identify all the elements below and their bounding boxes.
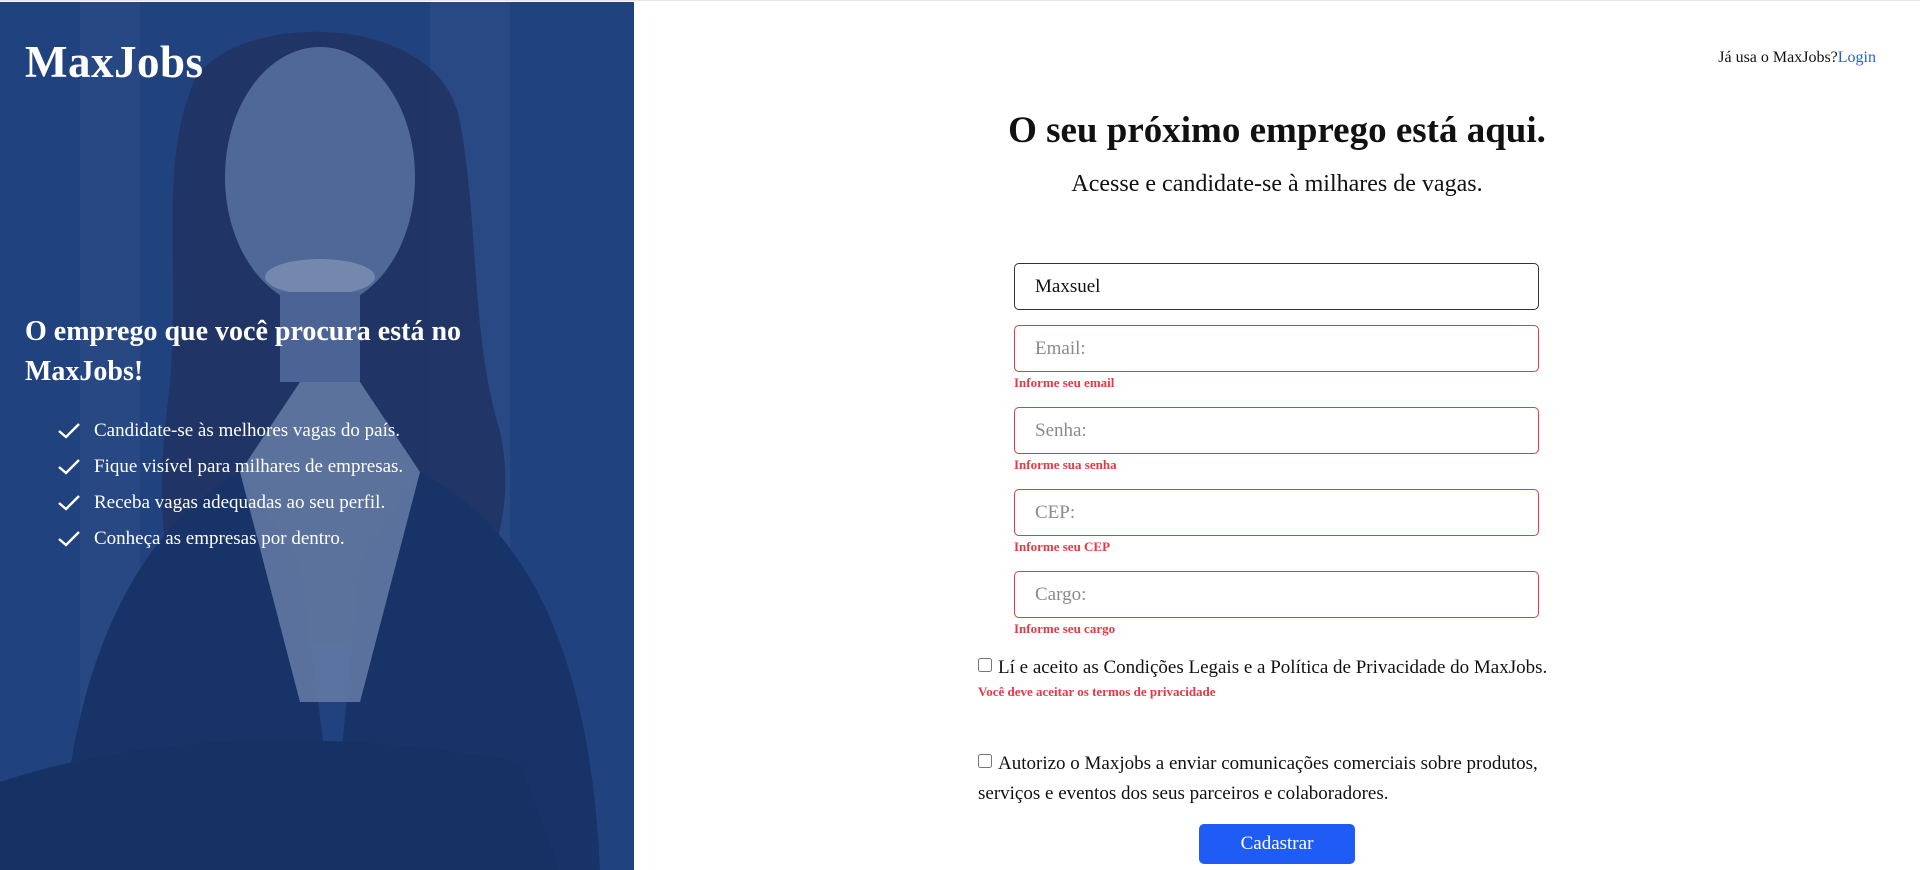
check-icon (58, 423, 80, 439)
email-field-group: Informe seu email (1014, 325, 1539, 391)
benefit-item: Conheça as empresas por dentro. (58, 521, 403, 557)
check-icon (58, 531, 80, 547)
password-error: Informe sua senha (1014, 457, 1117, 472)
name-field-group (1014, 263, 1539, 310)
terms-checkbox-row: Lí e aceito as Condições Legais e a Polí… (978, 653, 1598, 701)
email-input[interactable] (1014, 325, 1539, 372)
check-icon (58, 459, 80, 475)
benefit-item: Candidate-se às melhores vagas do país. (58, 413, 403, 449)
benefit-text: Candidate-se às melhores vagas do país. (94, 420, 401, 441)
password-field-group: Informe sua senha (1014, 407, 1539, 473)
submit-button[interactable]: Cadastrar (1199, 824, 1355, 864)
hero-panel: MaxJobs O emprego que você procura está … (0, 2, 634, 870)
benefit-text: Receba vagas adequadas ao seu perfil. (94, 492, 386, 513)
password-input[interactable] (1014, 407, 1539, 454)
cep-field-group: Informe seu CEP (1014, 489, 1539, 555)
cep-input[interactable] (1014, 489, 1539, 536)
benefits-list: Candidate-se às melhores vagas do país. … (58, 413, 403, 557)
page-subtitle: Acesse e candidate-se à milhares de vaga… (1071, 171, 1483, 197)
login-link[interactable]: Login (1838, 49, 1876, 66)
marketing-label: Autorizo o Maxjobs a enviar comunicações… (978, 753, 1538, 804)
benefit-text: Conheça as empresas por dentro. (94, 528, 345, 549)
terms-checkbox[interactable] (978, 658, 992, 672)
benefit-text: Fique visível para milhares de empresas. (94, 456, 404, 477)
hero-headline: O emprego que você procura está no MaxJo… (25, 316, 462, 387)
role-error: Informe seu cargo (1014, 621, 1116, 636)
terms-error: Você deve aceitar os termos de privacida… (978, 684, 1216, 699)
benefit-item: Fique visível para milhares de empresas. (58, 449, 403, 485)
hero-content: MaxJobs O emprego que você procura está … (0, 2, 634, 870)
brand-logo[interactable]: MaxJobs (25, 36, 204, 88)
marketing-checkbox[interactable] (978, 754, 992, 768)
benefit-item: Receba vagas adequadas ao seu perfil. (58, 485, 403, 521)
check-icon (58, 495, 80, 511)
name-input[interactable] (1014, 263, 1539, 310)
page-title: O seu próximo emprego está aqui. (1008, 110, 1546, 151)
terms-label: Lí e aceito as Condições Legais e a Polí… (998, 657, 1548, 678)
role-input[interactable] (1014, 571, 1539, 618)
role-field-group: Informe seu cargo (1014, 571, 1539, 637)
cep-error: Informe seu CEP (1014, 539, 1111, 554)
email-error: Informe seu email (1014, 375, 1115, 390)
marketing-checkbox-row: Autorizo o Maxjobs a enviar comunicações… (978, 749, 1598, 809)
login-hint: Já usa o MaxJobs?Login (1718, 49, 1876, 67)
signup-page: MaxJobs O emprego que você procura está … (0, 0, 1920, 870)
login-prompt: Já usa o MaxJobs? (1718, 49, 1838, 66)
